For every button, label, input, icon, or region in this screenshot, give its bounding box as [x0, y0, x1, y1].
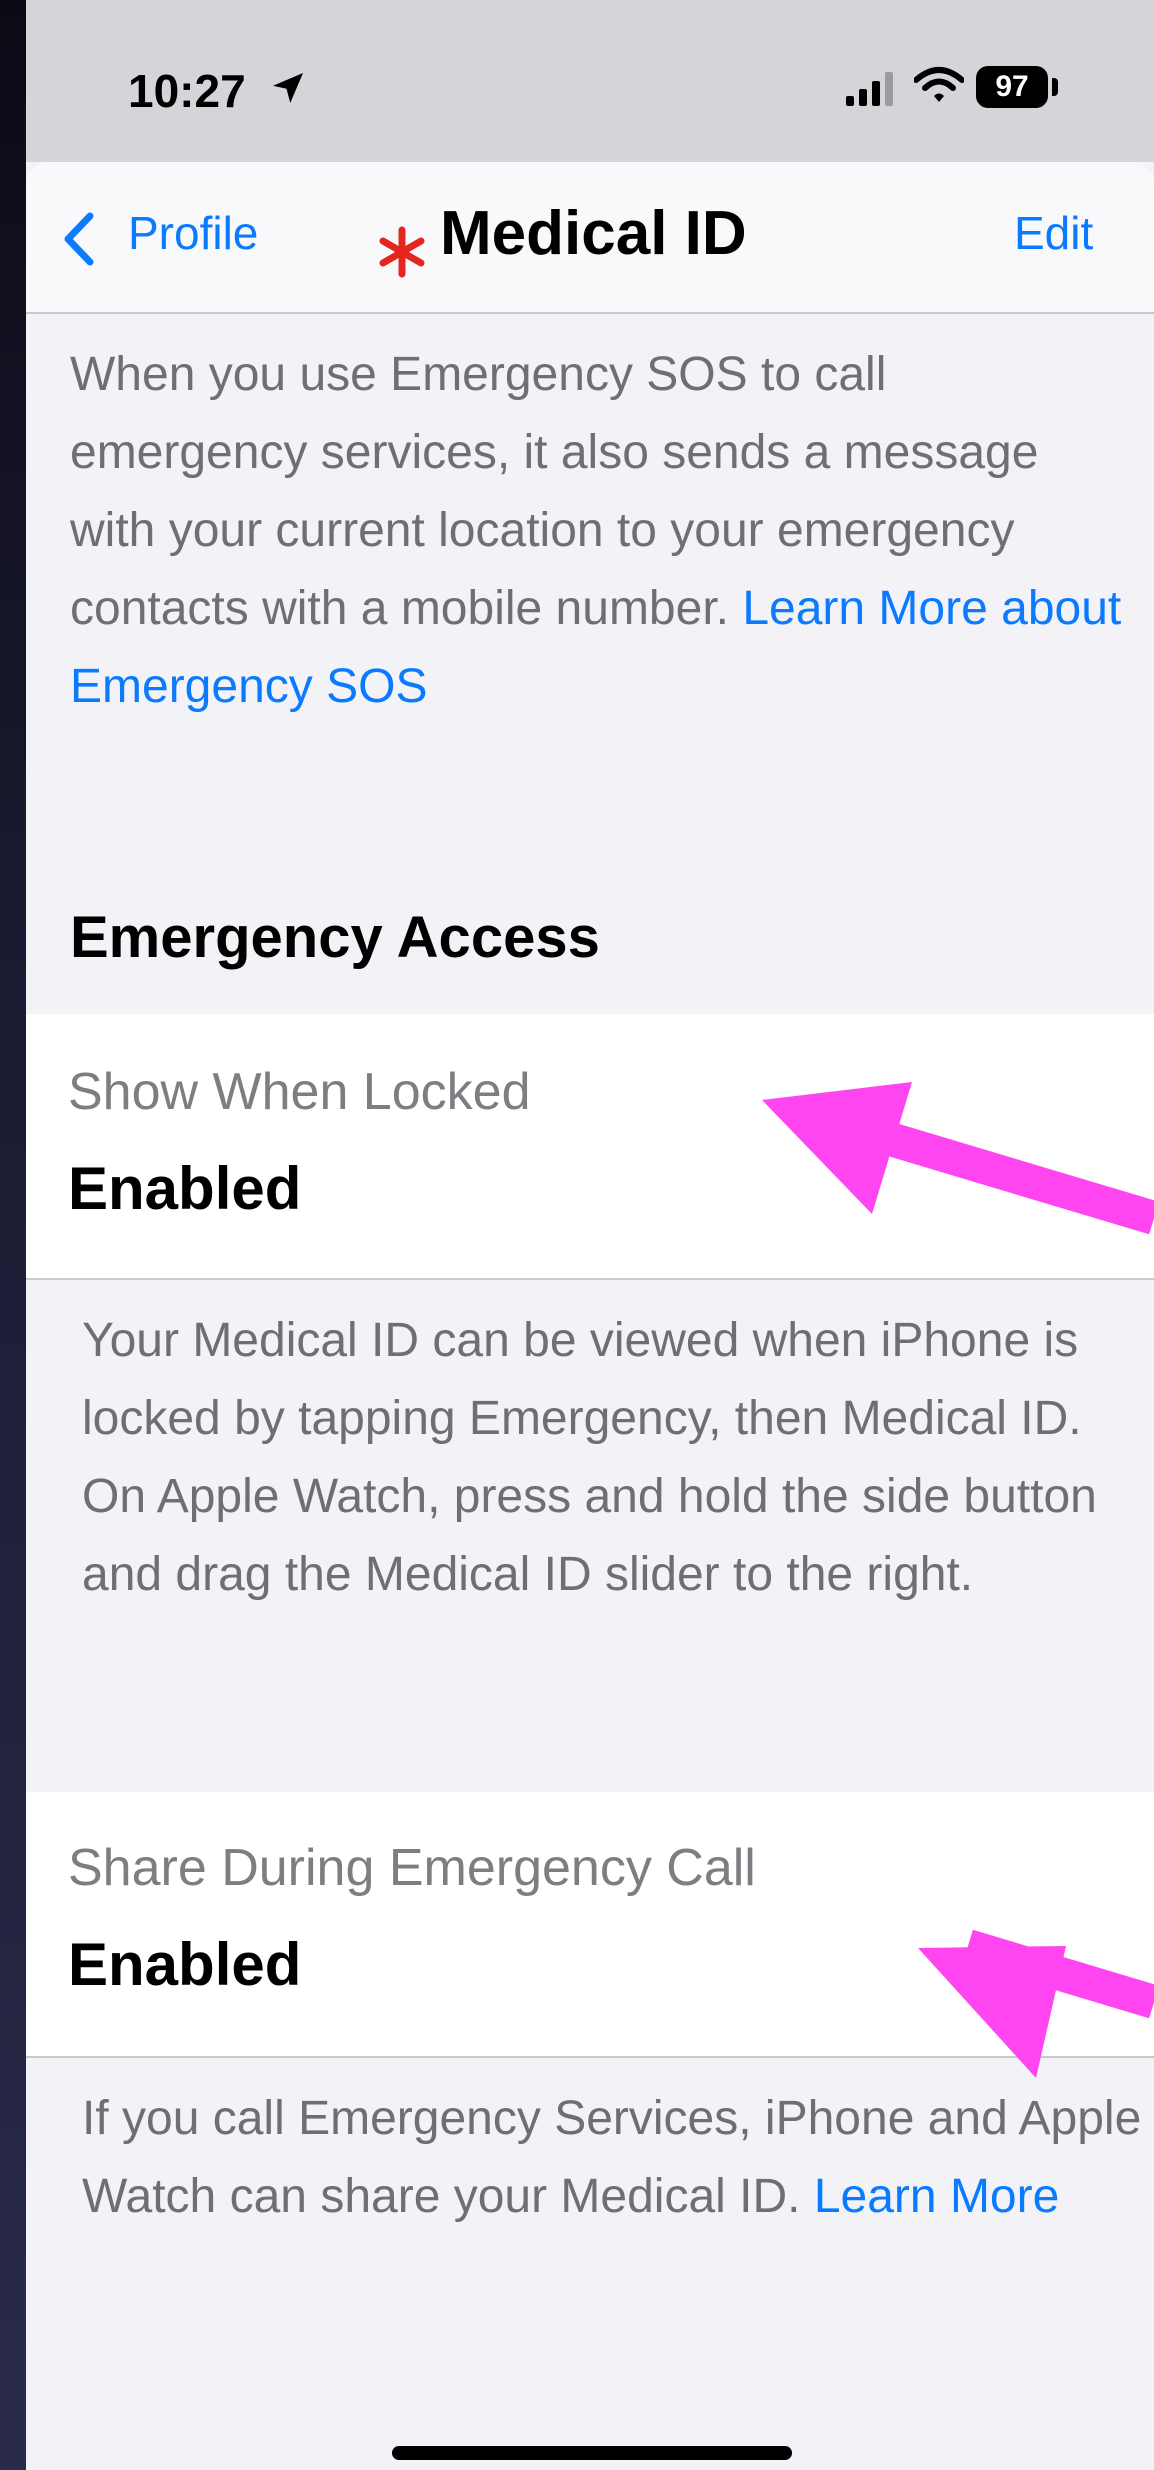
learn-more-link[interactable]: Learn More [814, 2170, 1059, 2223]
home-indicator [392, 2446, 792, 2460]
battery-cap [1052, 78, 1058, 96]
chevron-left-icon[interactable] [62, 212, 96, 266]
share-during-emergency-call-row[interactable]: Share During Emergency Call Enabled [26, 1792, 1154, 2058]
show-when-locked-footnote: Your Medical ID can be viewed when iPhon… [82, 1314, 1097, 1601]
cellular-signal-icon [846, 72, 893, 106]
show-when-locked-label: Show When Locked [68, 1063, 531, 1121]
emergency-sos-description: When you use Emergency SOS to call emerg… [70, 336, 1130, 726]
share-during-call-footnote: If you call Emergency Services, iPhone a… [82, 2080, 1142, 2236]
share-during-call-label: Share During Emergency Call [68, 1839, 756, 1897]
status-time: 10:27 [128, 65, 246, 117]
share-during-call-value: Enabled [68, 1931, 302, 1998]
back-button[interactable]: Profile [128, 206, 258, 260]
phone-screen: 10:27 97 Profile Medical ID Edit When yo… [26, 0, 1154, 2470]
status-bar: 10:27 97 [26, 0, 1154, 162]
emergency-access-header: Emergency Access [70, 905, 600, 970]
location-arrow-icon [273, 73, 303, 103]
navigation-bar: Profile Medical ID Edit [26, 162, 1154, 314]
medical-asterisk-icon [379, 226, 425, 278]
edit-button[interactable]: Edit [1014, 206, 1093, 260]
battery-icon: 97 [976, 66, 1048, 108]
wifi-icon [914, 67, 964, 102]
show-when-locked-value: Enabled [68, 1155, 302, 1222]
show-when-locked-row[interactable]: Show When Locked Enabled [26, 1014, 1154, 1280]
page-title: Medical ID [440, 199, 747, 268]
